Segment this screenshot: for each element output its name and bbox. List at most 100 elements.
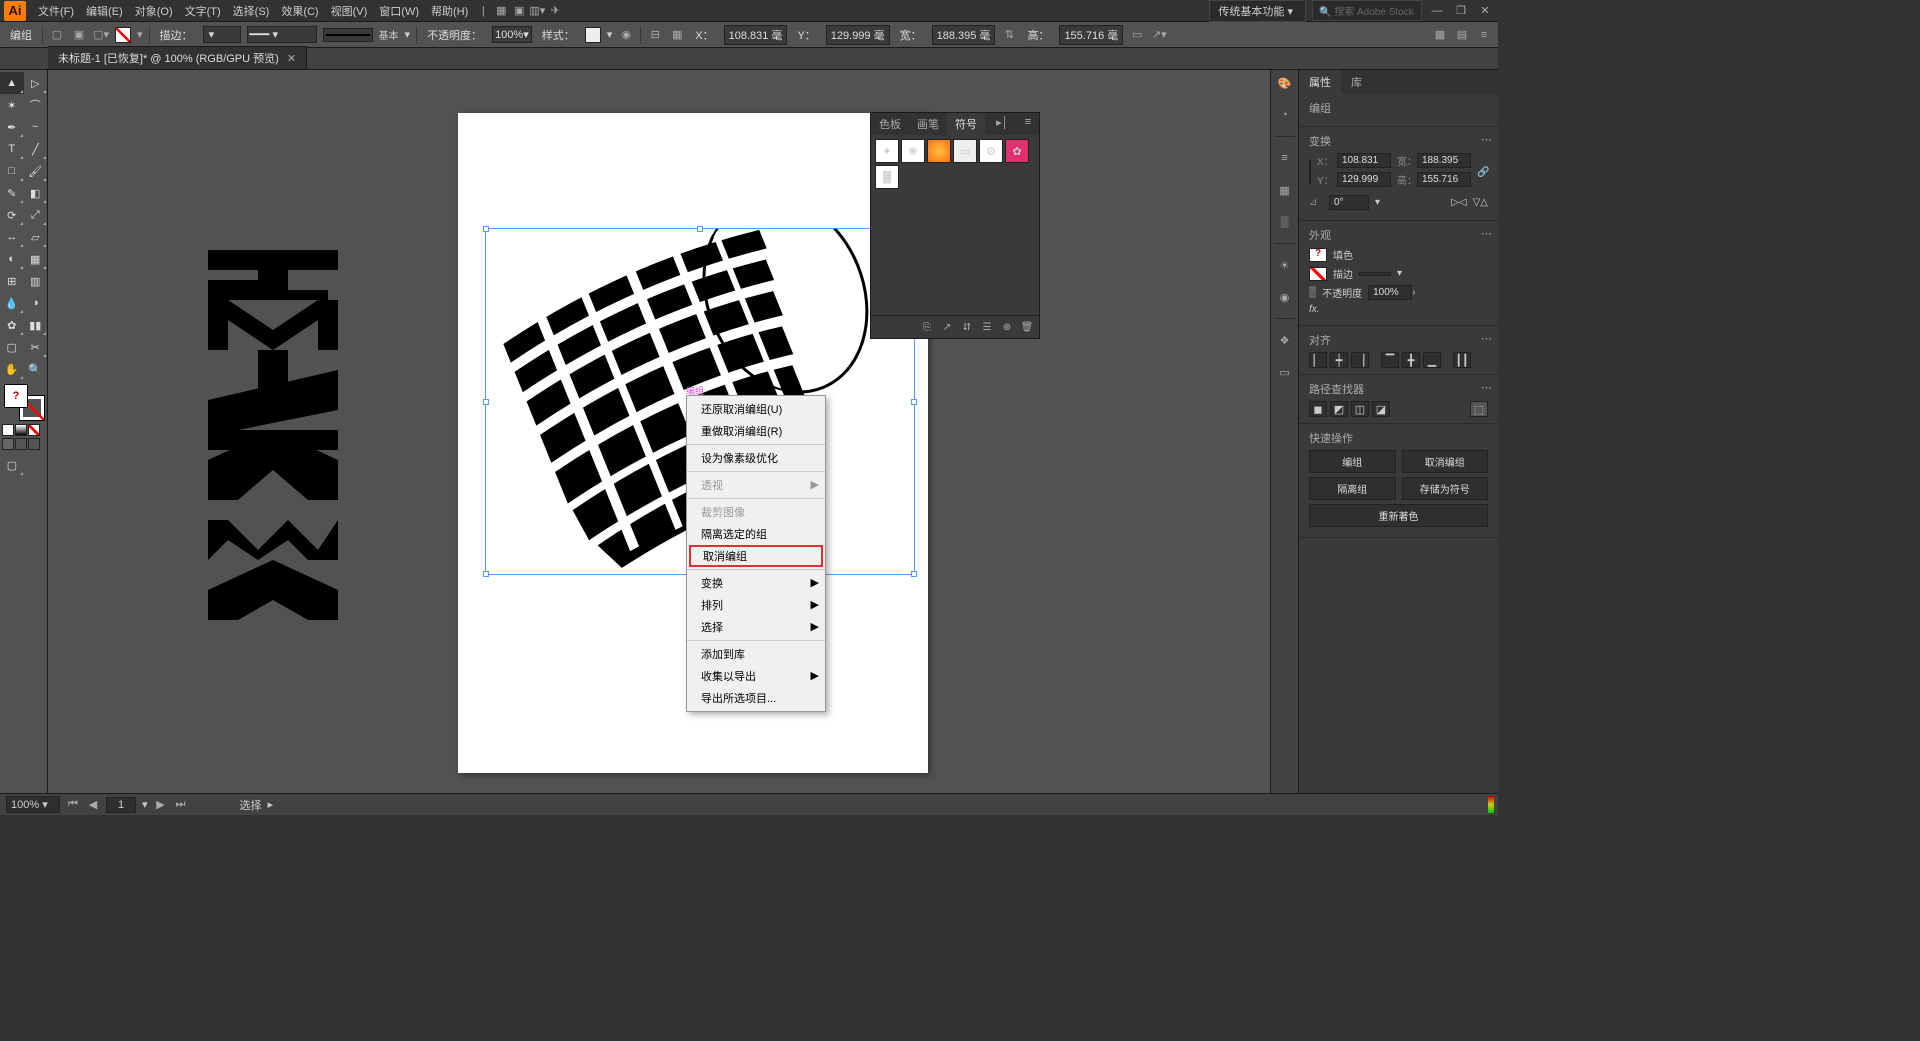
stroke-weight-field[interactable] [1359, 272, 1391, 276]
bridge-icon[interactable]: ▣ [510, 2, 528, 20]
pathfinder-more-icon[interactable]: ⋯ [1481, 381, 1492, 394]
context-menu-item[interactable]: 还原取消编组(U) [687, 398, 825, 420]
stock-search[interactable]: 🔍 搜索 Adobe Stock [1312, 0, 1422, 21]
artboard-tool[interactable]: ▢ [0, 336, 24, 358]
window-minimize-icon[interactable]: — [1428, 4, 1446, 18]
fill-swatch-prop[interactable]: ? [1309, 248, 1327, 262]
artboard-index-field[interactable]: 1 [106, 797, 136, 813]
column-graph-tool[interactable]: ▮▮ [24, 314, 48, 336]
next-artboard-icon[interactable]: ▶ [154, 798, 168, 811]
swatches-tab[interactable]: 色板 [871, 113, 909, 135]
save-symbol-button[interactable]: 存储为符号 [1402, 477, 1489, 500]
context-menu-item[interactable]: 隔离选定的组 [687, 523, 825, 545]
edit-mask-icon[interactable]: ▢▾ [93, 27, 109, 43]
brushes-tab[interactable]: 画笔 [909, 113, 947, 135]
hand-tool[interactable]: ✋ [0, 358, 24, 380]
rectangle-tool[interactable]: □ [0, 160, 24, 182]
canvas-area[interactable]: 编组 还原取消编组(U)重做取消编组(R)设为像素级优化透视▶裁剪图像隔离选定的… [48, 70, 1270, 793]
first-artboard-icon[interactable]: ⏮ [66, 798, 80, 811]
shape-builder-tool[interactable]: ◐ [0, 248, 24, 270]
delete-symbol-icon[interactable]: 🗑 [1019, 320, 1035, 334]
layout-icon[interactable]: ▦ [492, 2, 510, 20]
line-tool[interactable]: ╱ [24, 138, 48, 160]
handle-bottom-left[interactable] [483, 571, 489, 577]
curvature-tool[interactable]: ~ [24, 116, 48, 138]
context-menu-item[interactable]: 设为像素级优化 [687, 447, 825, 469]
menu-type[interactable]: 文字(T) [179, 3, 227, 19]
appearance-more-icon[interactable]: ⋯ [1481, 227, 1492, 240]
minus-front-icon[interactable]: ◩ [1330, 401, 1348, 417]
none-mode-icon[interactable] [28, 424, 40, 436]
prop-angle-field[interactable]: 0° [1329, 195, 1369, 210]
var-width-dropdown[interactable]: ━━━ ▾ [247, 26, 317, 43]
gradient-panel-icon[interactable]: ▦ [1274, 179, 1296, 201]
symbol-swatch[interactable] [927, 139, 951, 163]
fill-swatch[interactable] [115, 27, 131, 43]
perspective-grid-tool[interactable]: ▦ [24, 248, 48, 270]
workspace-switcher[interactable]: 传统基本功能 ▾ [1209, 0, 1306, 22]
align-panel-icon[interactable]: ⊟ [647, 27, 663, 43]
mesh-tool[interactable]: ⊞ [0, 270, 24, 292]
prev-artboard-icon[interactable]: ◀ [86, 798, 100, 811]
pen-tool[interactable]: ✒ [0, 116, 24, 138]
menu-effect[interactable]: 效果(C) [275, 3, 324, 19]
shaper-tool[interactable]: ✎ [0, 182, 24, 204]
context-menu-item[interactable]: 导出所选项目... [687, 687, 825, 709]
align-bottom-icon[interactable]: ▁ [1423, 352, 1441, 368]
context-menu-item[interactable]: 选择▶ [687, 616, 825, 638]
magic-wand-tool[interactable]: ✶ [0, 94, 24, 116]
isolate-button[interactable]: 隔离组 [1309, 477, 1396, 500]
panel-collapse-icon[interactable]: ▸│ [988, 113, 1016, 135]
align-left-icon[interactable]: ▏ [1309, 352, 1327, 368]
color-guide-icon[interactable]: ◔ [1274, 104, 1296, 126]
opacity-field-prop[interactable]: 100% [1368, 285, 1412, 300]
symbol-swatch[interactable]: ✿ [1005, 139, 1029, 163]
menu-window[interactable]: 窗口(W) [373, 3, 425, 19]
direct-selection-tool[interactable]: ▷ [24, 72, 48, 94]
scale-tool[interactable]: ⤢ [24, 204, 48, 226]
symbol-sprayer-tool[interactable]: ✿ [0, 314, 24, 336]
align-right-icon[interactable]: ▕ [1351, 352, 1369, 368]
selection-tool[interactable]: ▲ [0, 72, 24, 94]
doc-setup-icon[interactable]: ▤ [1454, 27, 1470, 43]
document-tab[interactable]: 未标题-1 [已恢复]* @ 100% (RGB/GPU 预览) ✕ [48, 46, 307, 69]
window-restore-icon[interactable]: ❐ [1452, 4, 1470, 18]
opacity-field[interactable]: 100% ▾ [492, 26, 532, 43]
context-menu-item[interactable]: 排列▶ [687, 594, 825, 616]
context-menu-item[interactable]: 重做取消编组(R) [687, 420, 825, 442]
handle-top-mid[interactable] [697, 226, 703, 232]
gradient-mode-icon[interactable] [15, 424, 27, 436]
layers-panel-icon[interactable]: ❖ [1274, 329, 1296, 351]
type-tool[interactable]: T [0, 138, 24, 160]
shape-panel-icon[interactable]: ▭ [1129, 27, 1145, 43]
stroke-value-field[interactable]: ▾ [203, 26, 241, 43]
gpu-preview-icon[interactable]: ✈ [546, 2, 564, 20]
symbol-swatch[interactable]: ▓ [875, 165, 899, 189]
prop-x-field[interactable]: 108.831 [1337, 153, 1391, 168]
place-symbol-icon[interactable]: ↗ [939, 320, 955, 334]
last-artboard-icon[interactable]: ⏭ [174, 798, 188, 811]
color-mode-icon[interactable] [2, 424, 14, 436]
bbox-icon[interactable]: ▢ [49, 27, 65, 43]
rotate-tool[interactable]: ⟳ [0, 204, 24, 226]
libraries-tab[interactable]: 库 [1341, 70, 1372, 94]
menu-object[interactable]: 对象(O) [129, 3, 179, 19]
gradient-tool[interactable]: ▥ [24, 270, 48, 292]
symbol-swatch[interactable]: ▭ [953, 139, 977, 163]
recolor-button[interactable]: 重新著色 [1309, 504, 1488, 527]
free-transform-tool[interactable]: ▱ [24, 226, 48, 248]
wh-link-icon[interactable]: 🔗 [1477, 167, 1489, 178]
align-more-icon[interactable]: ⋯ [1481, 332, 1492, 345]
symbol-options-icon[interactable]: ☰ [979, 320, 995, 334]
brush-def-dropdown[interactable] [323, 28, 373, 42]
y-field[interactable]: 129.999 毫 [826, 25, 890, 45]
ungroup-button[interactable]: 取消编组 [1402, 450, 1489, 473]
eyedropper-tool[interactable]: 💧 [0, 292, 24, 314]
fx-label[interactable]: fx. [1309, 304, 1320, 315]
panel-menu-icon[interactable]: ≡ [1017, 113, 1039, 135]
properties-tab[interactable]: 属性 [1299, 70, 1341, 94]
h-field[interactable]: 155.716 毫 [1059, 25, 1123, 45]
prop-h-field[interactable]: 155.716 [1417, 172, 1471, 187]
expand-icon[interactable]: ⬚ [1470, 401, 1488, 417]
symbols-tab[interactable]: 符号 [947, 113, 985, 135]
